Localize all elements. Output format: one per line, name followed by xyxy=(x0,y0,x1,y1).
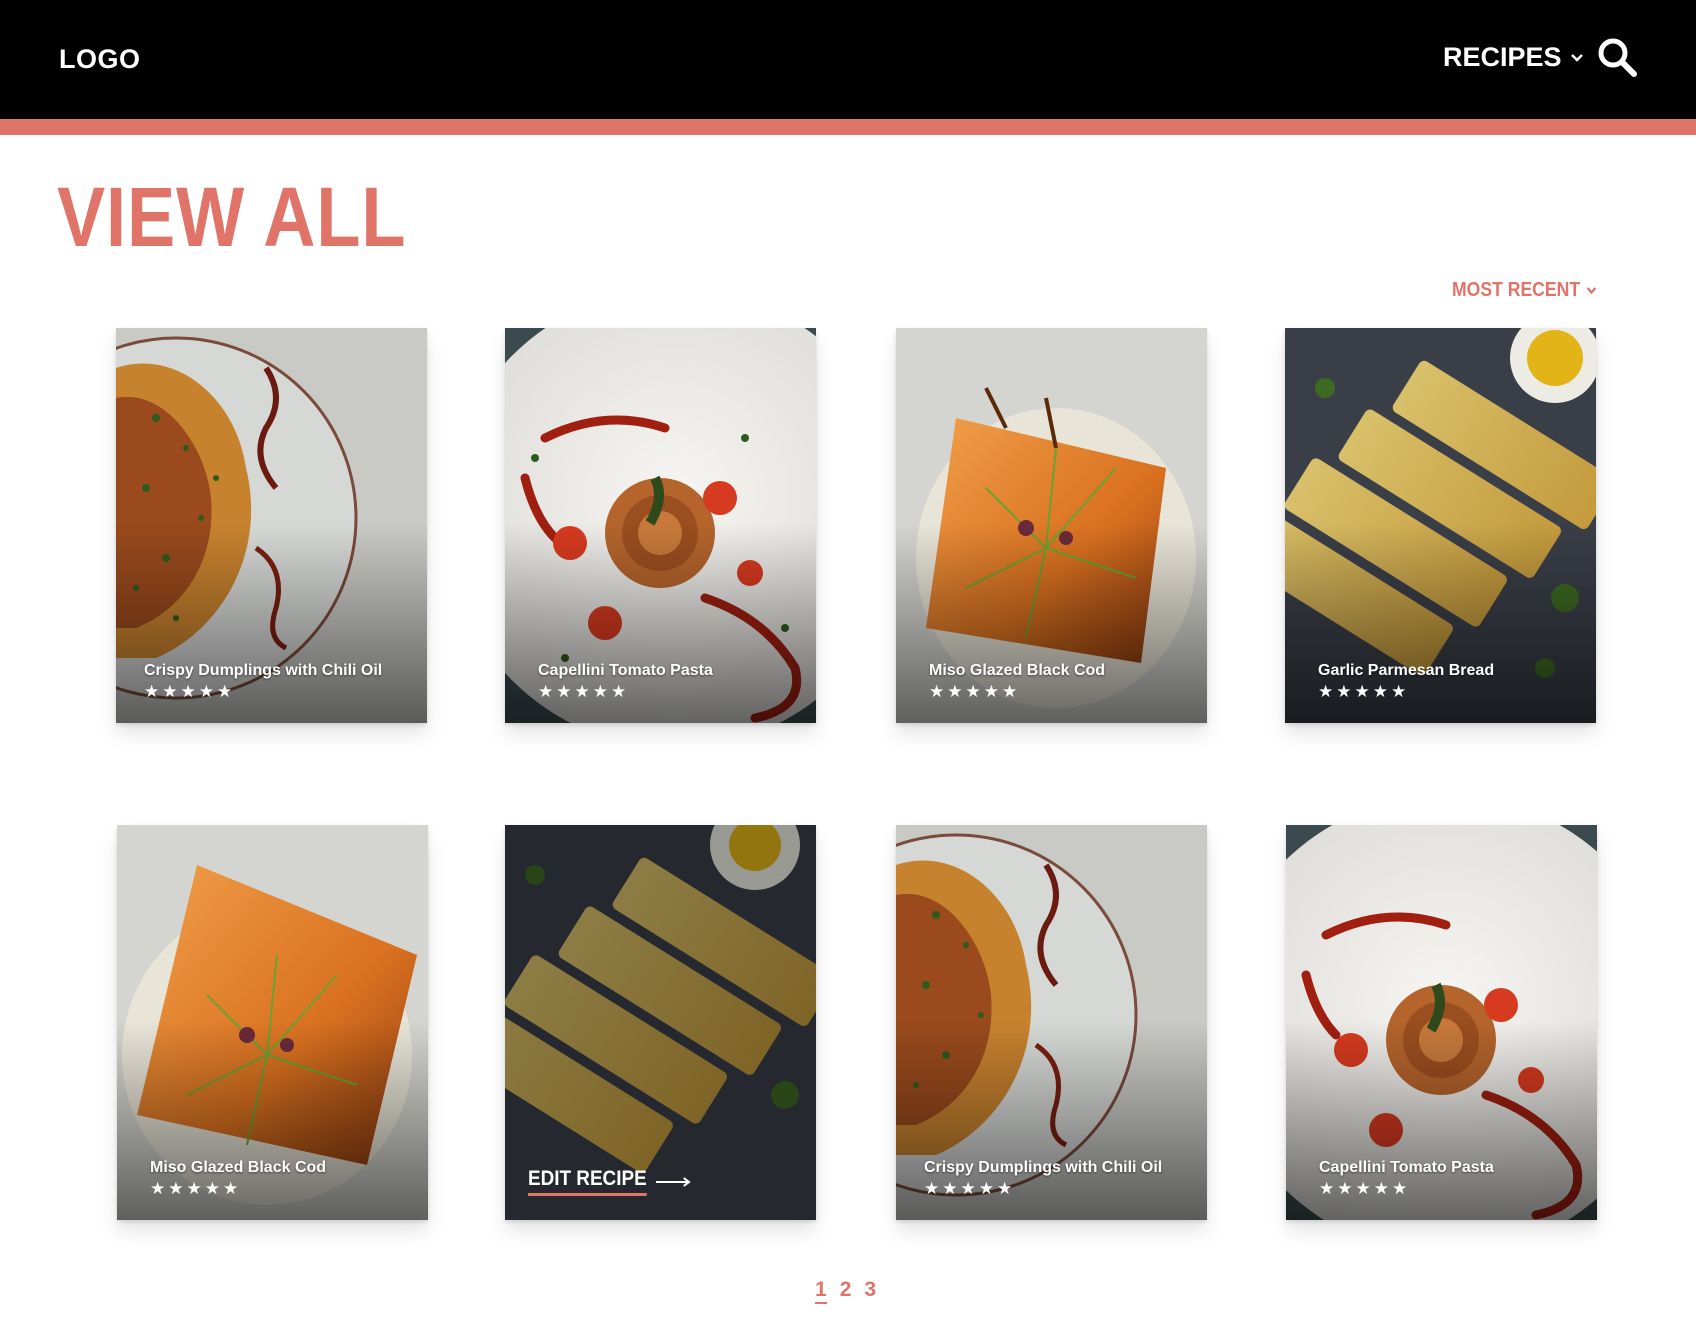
accent-strip xyxy=(0,119,1696,135)
recipe-title: Capellini Tomato Pasta xyxy=(1319,1159,1494,1176)
arrow-right-icon xyxy=(655,1176,691,1187)
rating-stars: ★★★★★ xyxy=(924,1179,1016,1198)
recipe-card-hover[interactable]: EDIT RECIPE xyxy=(505,825,816,1220)
recipe-card[interactable]: Capellini Tomato Pasta ★★★★★ xyxy=(1286,825,1597,1220)
recipe-card[interactable]: Crispy Dumplings with Chili Oil ★★★★★ xyxy=(896,825,1207,1220)
sort-dropdown[interactable]: MOST RECENT xyxy=(1452,279,1597,302)
rating-stars: ★★★★★ xyxy=(538,682,630,701)
recipe-card[interactable]: Capellini Tomato Pasta ★★★★★ xyxy=(505,328,816,723)
edit-recipe-link[interactable]: EDIT RECIPE xyxy=(528,1167,692,1196)
logo[interactable]: LOGO xyxy=(59,44,141,75)
rating-stars: ★★★★★ xyxy=(1318,682,1410,701)
page-link-1[interactable]: 1 xyxy=(815,1278,827,1304)
recipe-card[interactable]: Crispy Dumplings with Chili Oil ★★★★★ xyxy=(116,328,427,723)
page-link-3[interactable]: 3 xyxy=(864,1278,876,1304)
rating-stars: ★★★★★ xyxy=(1319,1179,1411,1198)
rating-stars: ★★★★★ xyxy=(144,682,236,701)
edit-recipe-label: EDIT RECIPE xyxy=(528,1167,647,1196)
rating-stars: ★★★★★ xyxy=(150,1179,242,1198)
recipe-card[interactable]: Miso Glazed Black Cod ★★★★★ xyxy=(117,825,428,1220)
chevron-down-icon xyxy=(1586,287,1596,295)
recipe-title: Miso Glazed Black Cod xyxy=(150,1159,327,1176)
page-title: VIEW ALL xyxy=(57,170,407,264)
sort-label: MOST RECENT xyxy=(1452,279,1581,301)
page-link-2[interactable]: 2 xyxy=(840,1278,852,1304)
recipe-card[interactable]: Garlic Parmesan Bread ★★★★★ xyxy=(1285,328,1596,723)
pagination: 1 2 3 xyxy=(815,1278,876,1304)
recipes-menu[interactable]: RECIPES xyxy=(1443,42,1584,73)
recipe-title: Capellini Tomato Pasta xyxy=(538,662,713,679)
recipe-card[interactable]: Miso Glazed Black Cod ★★★★★ xyxy=(896,328,1207,723)
recipe-title: Crispy Dumplings with Chili Oil xyxy=(144,662,383,679)
recipe-title: Miso Glazed Black Cod xyxy=(929,662,1106,679)
chevron-down-icon xyxy=(1570,53,1583,62)
recipe-title: Garlic Parmesan Bread xyxy=(1318,662,1495,679)
recipe-title: Crispy Dumplings with Chili Oil xyxy=(924,1159,1163,1176)
rating-stars: ★★★★★ xyxy=(929,682,1021,701)
top-navigation-bar: LOGO RECIPES xyxy=(0,0,1696,119)
recipes-menu-label: RECIPES xyxy=(1443,42,1562,72)
search-icon[interactable] xyxy=(1596,36,1638,78)
